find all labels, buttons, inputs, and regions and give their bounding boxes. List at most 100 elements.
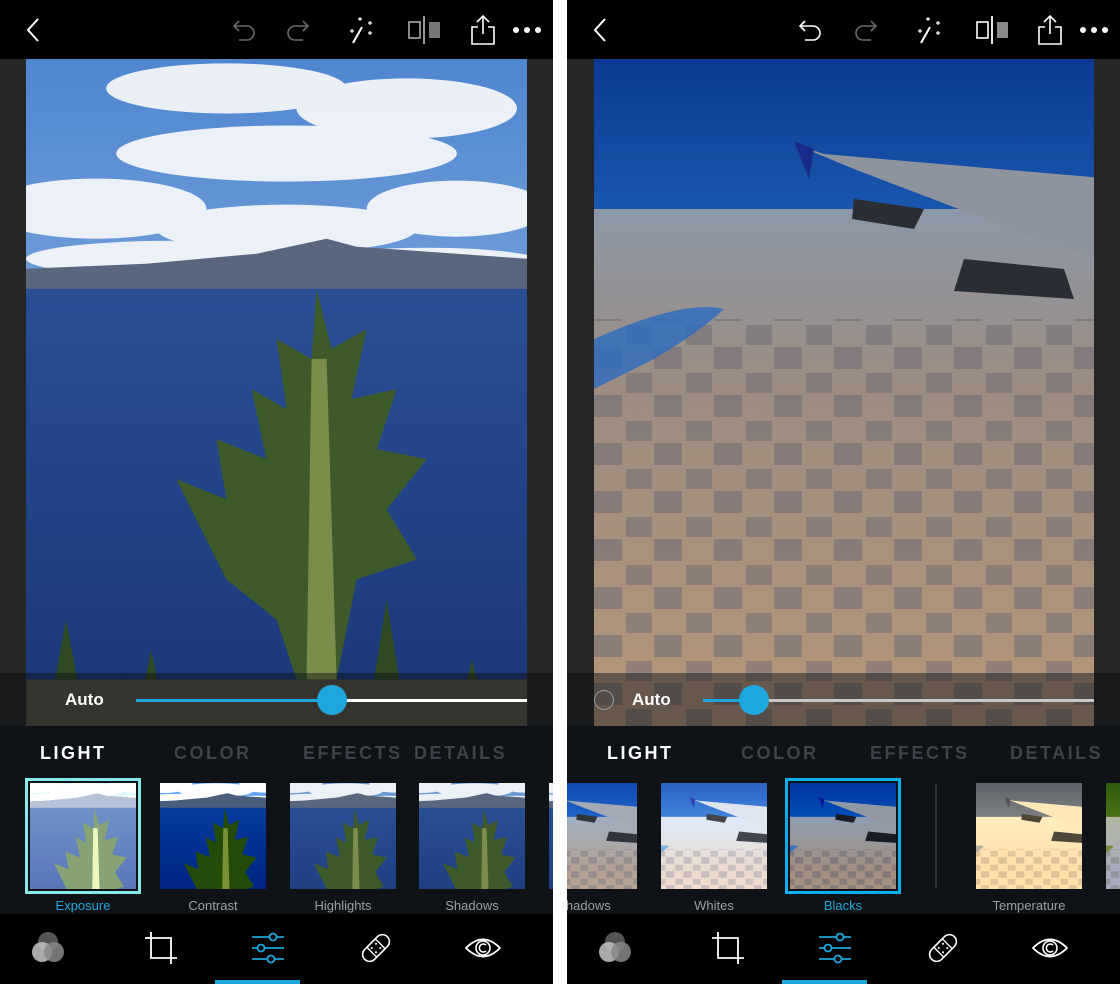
thumbnail-whites[interactable]: Whites [661,783,767,913]
healing-tool-button[interactable] [923,928,963,968]
thumbnail-shadows[interactable]: Shadows [567,783,637,913]
slider-thumb[interactable] [738,685,769,715]
thumbnail-image [976,783,1082,889]
red-eye-tool-button[interactable] [1030,928,1070,968]
tab-light[interactable]: LIGHT [40,743,107,764]
tab-color[interactable]: COLOR [741,743,819,764]
tab-details[interactable]: DETAILS [414,743,507,764]
looks-tool-button[interactable] [28,928,68,968]
thumbnail-temperature[interactable]: Temperature [976,783,1082,913]
eye-icon [464,938,502,958]
redo-button[interactable] [846,10,886,50]
tab-effects[interactable]: EFFECTS [303,743,403,764]
auto-enhance-button[interactable] [910,10,950,50]
more-button[interactable] [1074,10,1114,50]
redo-button[interactable] [278,10,318,50]
share-button[interactable] [463,10,503,50]
thumbnail-partial[interactable] [1106,783,1120,898]
photo-canvas[interactable] [26,59,527,726]
thumbnail-group-divider [935,784,937,888]
crop-tool-button[interactable] [141,928,181,968]
undo-button[interactable] [790,10,830,50]
slider-thumb[interactable] [316,685,347,715]
bottom-toolbar [567,914,1120,984]
thumbnail-label: Blacks [823,898,863,913]
back-button[interactable] [580,10,620,50]
bandage-icon [361,933,391,963]
eye-icon [1031,938,1069,958]
thumbnail-highlights[interactable]: Highlights [290,783,396,913]
category-tabs: LIGHT COLOR EFFECTS DETAILS [567,726,1120,770]
crop-icon [712,932,744,964]
thumbnail-label: Contrast [188,898,238,913]
thumbnail-image [1106,783,1120,889]
tab-details[interactable]: DETAILS [1010,743,1103,764]
crop-tool-button[interactable] [708,928,748,968]
editor-screen-left: Auto LIGHT COLOR EFFECTS DETAILS Exposur… [0,0,553,984]
adjustment-slider-bar: Auto [567,673,1120,726]
auto-radio-button[interactable] [594,690,614,710]
thumbnail-exposure[interactable]: Exposure [25,778,141,913]
exposure-slider[interactable] [136,685,527,715]
adjustment-thumbnail-strip[interactable]: Exposure Contrast Highlights Shadows [0,770,553,914]
undo-icon [798,20,821,41]
undo-icon [232,20,255,41]
thumbnail-image [25,778,141,894]
thumbnail-label: Shadows [567,898,611,913]
bottom-toolbar [0,914,553,984]
thumbnail-image [785,778,901,894]
redo-icon [287,20,310,41]
thumbnail-image [160,783,266,889]
compare-button[interactable] [405,10,445,50]
thumbnail-image [567,783,637,889]
thumbnail-label: Shadows [445,898,499,913]
thumbnail-partial[interactable] [549,783,553,898]
thumbnail-image [549,783,553,889]
thumbnail-label: Exposure [55,898,111,913]
auto-label[interactable]: Auto [632,690,671,710]
share-icon [471,14,495,45]
editor-screen-right: Auto LIGHT COLOR EFFECTS DETAILS Shadows… [567,0,1120,984]
thumbnail-image [419,783,525,889]
thumbnail-shadows[interactable]: Shadows [419,783,525,913]
auto-label[interactable]: Auto [65,690,104,710]
share-button[interactable] [1030,10,1070,50]
sliders-icon [252,932,284,964]
thumbnail-contrast[interactable]: Contrast [160,783,266,913]
adjustments-tool-button[interactable] [815,928,855,968]
thumbnail-label: Temperature [992,898,1066,913]
compare-icon [408,16,440,44]
top-bar [567,0,1120,59]
back-chevron-icon [26,18,39,42]
looks-tool-button[interactable] [595,928,635,968]
thumbnail-label: Whites [694,898,734,913]
bandage-icon [928,933,958,963]
adjustment-thumbnail-strip[interactable]: Shadows Whites Blacks Temperature [567,770,1120,914]
category-tabs: LIGHT COLOR EFFECTS DETAILS [0,726,553,770]
more-icon [1080,27,1108,33]
blacks-slider[interactable] [703,685,1094,715]
thumbnail-image [290,783,396,889]
active-tool-indicator [782,980,867,984]
compare-button[interactable] [973,10,1013,50]
crop-icon [145,932,177,964]
photo-canvas[interactable] [594,59,1094,726]
compare-icon [976,16,1008,44]
back-button[interactable] [13,10,53,50]
top-bar [0,0,553,59]
tab-light[interactable]: LIGHT [607,743,674,764]
healing-tool-button[interactable] [356,928,396,968]
thumbnail-image [661,783,767,889]
adjustments-tool-button[interactable] [248,928,288,968]
more-icon [513,27,541,33]
tab-effects[interactable]: EFFECTS [870,743,970,764]
undo-button[interactable] [224,10,264,50]
tab-color[interactable]: COLOR [174,743,252,764]
auto-enhance-button[interactable] [342,10,382,50]
more-button[interactable] [507,10,547,50]
red-eye-tool-button[interactable] [463,928,503,968]
adjustment-slider-bar: Auto [0,673,553,726]
magic-wand-icon [350,17,372,44]
photo-lake-tree [26,59,527,726]
thumbnail-blacks[interactable]: Blacks [785,778,901,913]
